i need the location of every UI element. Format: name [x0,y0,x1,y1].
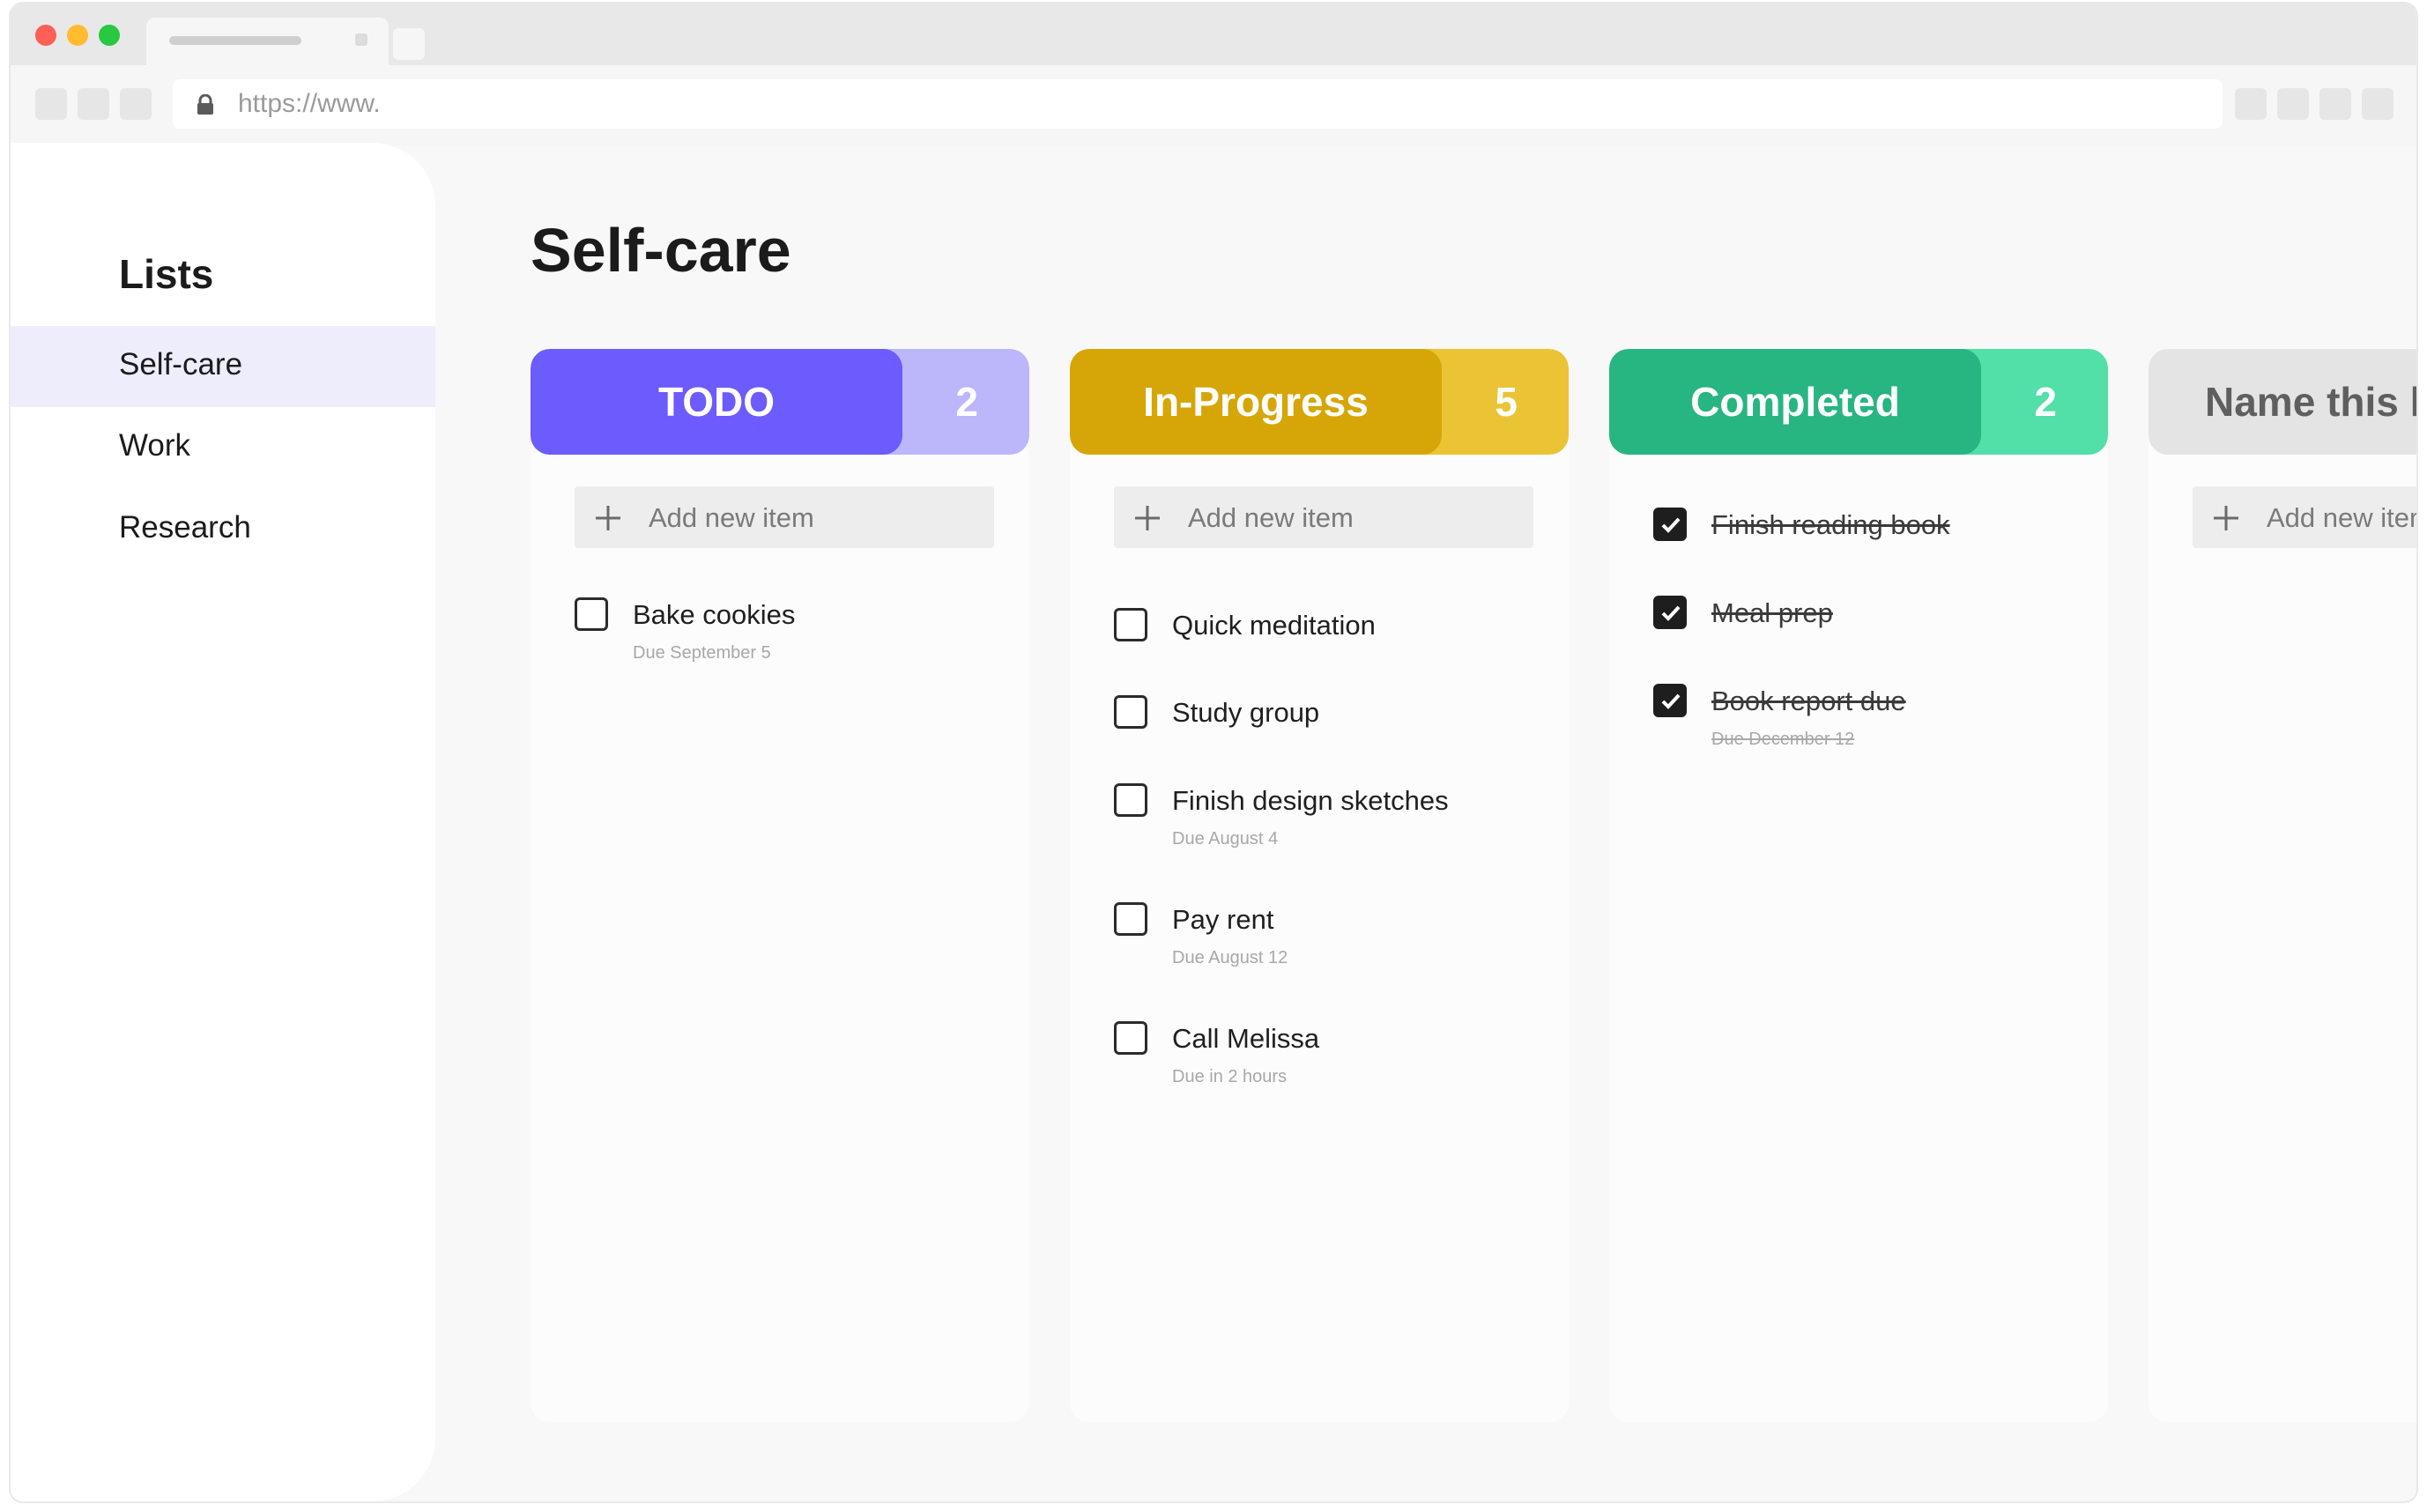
add-new-item-button[interactable]: Add new item [575,486,994,548]
forward-button[interactable] [78,88,109,120]
column-header: 5 In-Progress [1070,349,1569,455]
tab-close-icon[interactable] [355,33,367,46]
sidebar-heading: Lists [119,251,214,297]
checkmark-icon [1661,605,1681,621]
task-due-date: Due August 12 [1172,948,1288,967]
column-header: 2 Completed [1609,349,2108,455]
browser-toolbar: https://www. [11,65,2416,146]
task-checkbox[interactable] [1114,695,1147,729]
task-label: Finish reading book [1711,509,1950,540]
column-count-badge: 2 [883,349,1029,455]
task-due-date: Due in 2 hours [1172,1067,1288,1086]
toolbar-extension-button[interactable] [2319,88,2351,120]
task-label: Pay rent [1172,904,1274,935]
toolbar-extension-button[interactable] [2235,88,2267,120]
close-window-button[interactable] [35,25,56,46]
task-checkbox[interactable] [1114,902,1147,936]
add-new-item-label: Add new item [649,502,814,533]
checkmark-icon [1661,517,1681,533]
board-column-new: Name this l Add new item [2149,349,2416,1422]
browser-titlebar [11,4,2416,65]
add-new-item-label: Add new item [2267,502,2416,533]
task-label: Study group [1172,697,1320,728]
browser-window: https://www. Lists Self-care Work Resear… [11,4,2416,1501]
plus-icon [1135,506,1160,530]
task-checkbox-checked[interactable] [1653,596,1687,629]
page-title: Self-care [531,216,791,285]
sidebar-item-research[interactable]: Research [11,489,435,570]
task-label: Book report due [1711,686,1906,716]
add-new-item-button[interactable]: Add new item [1114,486,1533,548]
column-count-badge: 5 [1422,349,1569,455]
column-title[interactable]: TODO [531,349,902,455]
task-checkbox[interactable] [1114,608,1147,641]
url-text: https://www. [238,89,381,118]
sidebar-item-label: Work [119,428,191,463]
board-column-todo: 2 TODO Add new item Bake cookies Due Sep… [531,349,1029,1422]
plus-icon [596,506,620,530]
column-title-input[interactable]: Name this l [2149,349,2416,455]
add-new-item-button[interactable]: Add new item [2193,486,2416,548]
minimize-window-button[interactable] [67,25,88,46]
task-label: Quick meditation [1172,610,1376,641]
tab-title-placeholder [169,36,301,45]
task-checkbox[interactable] [1114,1021,1147,1055]
column-count-badge: 2 [1962,349,2108,455]
address-bar[interactable]: https://www. [173,79,2223,129]
task-label: Bake cookies [633,599,796,630]
column-title[interactable]: In-Progress [1070,349,1442,455]
add-new-item-label: Add new item [1188,502,1354,533]
column-header: 2 TODO [531,349,1029,455]
task-checkbox[interactable] [1114,783,1147,817]
task-label: Finish design sketches [1172,785,1449,816]
sidebar-item-label: Self-care [119,347,243,382]
task-checkbox-checked[interactable] [1653,508,1687,541]
lock-icon [197,94,213,115]
toolbar-extension-button[interactable] [2277,88,2309,120]
sidebar-item-work[interactable]: Work [11,407,435,488]
column-header: Name this l [2149,349,2416,455]
sidebar: Lists Self-care Work Research [11,143,435,1501]
task-label: Call Melissa [1172,1023,1320,1054]
maximize-window-button[interactable] [99,25,120,46]
toolbar-menu-button[interactable] [2362,88,2394,120]
checkmark-icon [1661,693,1681,709]
board-column-completed: 2 Completed Finish reading book Meal pre… [1609,349,2108,1422]
task-checkbox-checked[interactable] [1653,684,1687,717]
new-tab-button[interactable] [393,28,425,60]
task-due-date: Due August 4 [1172,829,1279,849]
column-title[interactable]: Completed [1609,349,1981,455]
browser-tab[interactable] [146,18,389,65]
task-label: Meal prep [1711,597,1833,628]
task-due-date: Due December 12 [1711,730,1855,749]
sidebar-item-label: Research [119,510,251,545]
sidebar-item-self-care[interactable]: Self-care [11,326,435,407]
back-button[interactable] [35,88,67,120]
task-due-date: Due September 5 [633,643,771,663]
task-checkbox[interactable] [575,597,608,631]
board-column-in-progress: 5 In-Progress Add new item Quick meditat… [1070,349,1569,1422]
reload-button[interactable] [120,88,152,120]
plus-icon [2214,506,2238,530]
